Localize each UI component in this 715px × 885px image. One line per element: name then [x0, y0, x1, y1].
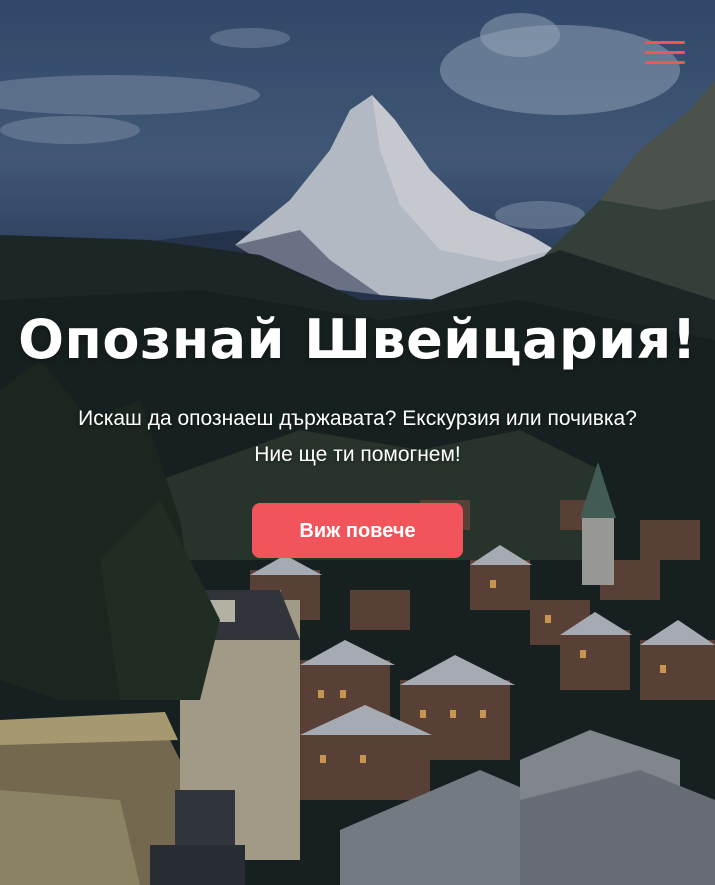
- hero-section: Опознай Швейцария! Искаш да опознаеш дър…: [0, 0, 715, 885]
- menu-line: [645, 41, 685, 44]
- hero-title: Опознай Швейцария!: [18, 308, 697, 371]
- hero-content: Опознай Швейцария! Искаш да опознаеш дър…: [0, 308, 715, 558]
- menu-line: [645, 61, 685, 64]
- hamburger-menu-icon[interactable]: [645, 38, 687, 68]
- menu-line: [645, 51, 685, 54]
- see-more-button[interactable]: Виж повече: [252, 503, 463, 558]
- hero-subtitle: Искаш да опознаеш държавата? Екскурзия и…: [78, 407, 637, 466]
